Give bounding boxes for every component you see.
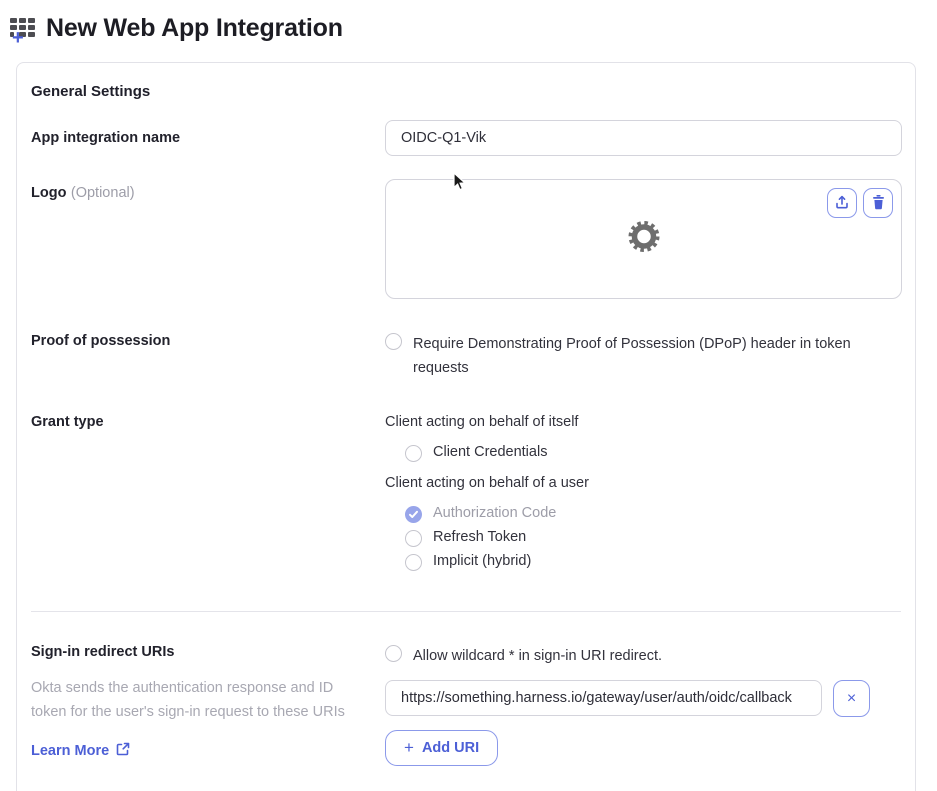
remove-uri-button[interactable]: ×	[833, 680, 870, 717]
client-credentials-checkbox[interactable]	[405, 444, 422, 462]
add-uri-label: Add URI	[421, 740, 480, 756]
refresh-token-label: Refresh Token	[433, 529, 527, 545]
redirect-uri-input[interactable]	[385, 680, 822, 716]
learn-more-label: Learn More	[31, 743, 110, 759]
grid-plus-icon: +	[10, 16, 36, 48]
grant-option-implicit-hybrid: Implicit (hybrid)	[405, 552, 902, 571]
redirect-uris-row: Sign-in redirect URIs Okta sends the aut…	[31, 644, 901, 766]
logo-optional-label: (Optional)	[70, 185, 135, 201]
page-header: + New Web App Integration	[0, 0, 937, 48]
section-title: General Settings	[31, 83, 151, 100]
external-link-icon	[116, 742, 130, 760]
wildcard-check-row: Allow wildcard * in sign-in URI redirect…	[385, 644, 902, 668]
app-name-label: App integration name	[31, 130, 181, 146]
grant-option-refresh-token: Refresh Token	[405, 528, 902, 547]
logo-label: Logo	[31, 185, 67, 201]
gear-icon	[624, 217, 664, 262]
authorization-code-label: Authorization Code	[433, 505, 557, 521]
delete-logo-button[interactable]	[863, 188, 893, 218]
close-icon: ×	[846, 689, 857, 707]
grant-option-authorization-code: Authorization Code	[405, 504, 902, 523]
proof-of-possession-label: Proof of possession	[31, 333, 171, 349]
grant-group-heading-itself: Client acting on behalf of itself	[385, 414, 579, 430]
page-title: New Web App Integration	[46, 14, 343, 42]
upload-logo-button[interactable]	[827, 188, 857, 218]
redirect-uris-helper-text: Okta sends the authentication response a…	[31, 680, 345, 720]
wildcard-checkbox-label: Allow wildcard * in sign-in URI redirect…	[413, 648, 662, 664]
grant-type-label: Grant type	[31, 414, 104, 430]
upload-icon	[834, 194, 850, 213]
authorization-code-checkbox[interactable]	[405, 505, 422, 523]
grant-type-row: Grant type Client acting on behalf of it…	[31, 413, 901, 583]
grant-group-heading-user: Client acting on behalf of a user	[385, 475, 589, 491]
plus-icon: +	[404, 738, 414, 757]
wildcard-checkbox[interactable]	[385, 645, 402, 662]
section-divider	[31, 611, 901, 612]
client-credentials-label: Client Credentials	[433, 444, 548, 460]
redirect-uris-label: Sign-in redirect URIs	[31, 644, 175, 660]
general-settings-card: General Settings App integration name Lo…	[16, 62, 916, 791]
grant-option-client-credentials: Client Credentials	[405, 443, 902, 462]
refresh-token-checkbox[interactable]	[405, 529, 422, 547]
proof-of-possession-row: Proof of possession Require Demonstratin…	[31, 332, 901, 380]
dpop-checkbox[interactable]	[385, 333, 402, 350]
logo-dropzone[interactable]	[385, 179, 902, 299]
implicit-hybrid-checkbox[interactable]	[405, 553, 422, 571]
dpop-checkbox-label: Require Demonstrating Proof of Possessio…	[413, 336, 851, 376]
implicit-hybrid-label: Implicit (hybrid)	[433, 553, 532, 569]
app-name-row: App integration name	[31, 120, 902, 156]
learn-more-link[interactable]: Learn More	[31, 742, 130, 760]
logo-row: Logo (Optional)	[31, 179, 902, 299]
app-name-input[interactable]	[385, 120, 902, 156]
add-uri-button[interactable]: + Add URI	[385, 730, 499, 766]
trash-icon	[871, 194, 886, 213]
